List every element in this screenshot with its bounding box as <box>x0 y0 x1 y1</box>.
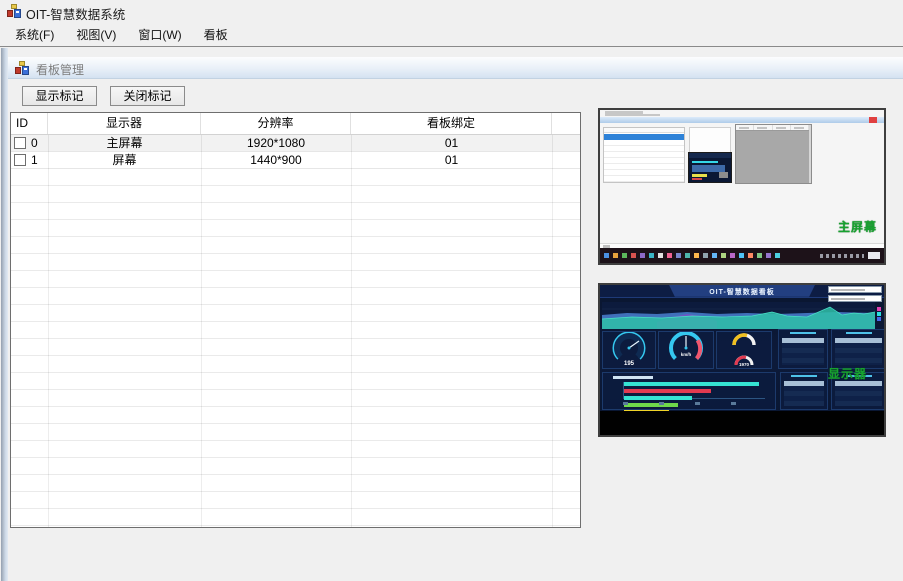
table-body: 0 主屏幕 1920*1080 01 1 屏幕 1440*900 01 <box>11 135 580 527</box>
grid-line <box>351 135 352 527</box>
menu-view[interactable]: 视图(V) <box>65 22 127 47</box>
menu-bar: 系统(F) 视图(V) 窗口(W) 看板 <box>0 22 903 47</box>
legend-dot <box>877 312 881 316</box>
dashboard-screenshot: OIT-智慧数据看板 <box>600 285 884 435</box>
dashboard-area-chart <box>602 302 875 329</box>
dashboard-filter-input <box>828 295 882 302</box>
mini-taskbar <box>600 248 884 263</box>
row-id-text: 0 <box>31 135 38 151</box>
cell-display[interactable]: 主屏幕 <box>48 135 201 151</box>
cell-binding[interactable]: 01 <box>351 152 552 168</box>
application-window: OIT-智慧数据系统 系统(F) 视图(V) 窗口(W) 看板 看板管理 显示标… <box>0 0 903 581</box>
mini-gray-window <box>735 124 812 184</box>
secondary-screen-marker: 显示器 <box>828 365 867 382</box>
app-icon <box>6 3 22 19</box>
secondary-screen-preview: OIT-智慧数据看板 <box>598 283 886 437</box>
cell-id[interactable]: 1 <box>11 152 48 168</box>
col-header-display[interactable]: 显示器 <box>48 113 201 134</box>
mini-menu-bar <box>605 114 660 116</box>
child-window-title: 看板管理 <box>36 61 84 78</box>
menu-system[interactable]: 系统(F) <box>4 22 65 47</box>
col-header-filler <box>552 113 580 134</box>
close-mark-button[interactable]: 关闭标记 <box>110 86 185 106</box>
show-mark-button[interactable]: 显示标记 <box>22 86 97 106</box>
mini-bar-chart-bars <box>623 382 765 399</box>
grid-line <box>48 135 49 527</box>
mini-child-caption <box>600 117 884 123</box>
window-titlebar: OIT-智慧数据系统 <box>0 0 903 22</box>
cell-id[interactable]: 0 <box>11 135 48 151</box>
main-screen-marker: 主屏幕 <box>838 218 877 235</box>
mini-tray-icons <box>820 254 864 258</box>
col-header-id[interactable]: ID <box>11 113 48 134</box>
table-header: ID 显示器 分辨率 看板绑定 <box>11 113 580 135</box>
col-header-binding[interactable]: 看板绑定 <box>351 113 552 134</box>
gauge-panel-3: 1970 <box>716 331 772 369</box>
dash-table-3 <box>780 372 828 410</box>
mini-clock <box>868 252 880 259</box>
svg-text:km/h: km/h <box>681 352 692 357</box>
menu-kanban[interactable]: 看板 <box>193 22 239 47</box>
window-title: OIT-智慧数据系统 <box>26 4 125 23</box>
cell-resolution[interactable]: 1440*900 <box>201 152 351 168</box>
dash-table-1 <box>778 329 828 369</box>
table-row[interactable]: 1 屏幕 1440*900 01 <box>11 152 580 169</box>
main-screen-preview: 主屏幕 <box>598 108 886 265</box>
legend-dot <box>877 307 881 311</box>
mdi-left-edge <box>1 48 8 581</box>
child-window-caption: 看板管理 <box>8 57 903 79</box>
row-id-text: 1 <box>31 152 38 168</box>
grid-line <box>552 135 553 527</box>
mini-table <box>603 127 685 183</box>
row-checkbox[interactable] <box>14 137 26 149</box>
grid-line <box>201 135 202 527</box>
display-table: ID 显示器 分辨率 看板绑定 0 主屏幕 1920*1080 01 1 <box>10 112 581 528</box>
mini-close-button <box>869 117 877 123</box>
gauge3-value: 1970 <box>739 362 750 367</box>
legend-dot <box>877 317 881 321</box>
dash-bar-chart <box>602 372 776 410</box>
gauge-panel-2: km/h <box>658 331 714 369</box>
mini-taskbar-icons <box>600 248 780 262</box>
bar-chart-ticks <box>623 402 765 405</box>
gauge1-value: 195 <box>624 361 635 367</box>
mini-desktop: 主屏幕 <box>600 110 884 263</box>
menu-window[interactable]: 窗口(W) <box>127 22 192 47</box>
gauge-panel-1: 195 <box>602 331 656 369</box>
cell-binding[interactable]: 01 <box>351 135 552 151</box>
row-checkbox[interactable] <box>14 154 26 166</box>
cell-display[interactable]: 屏幕 <box>48 152 201 168</box>
dashboard-filter-input <box>828 286 882 293</box>
mini-dashboard-thumb <box>688 152 732 183</box>
table-row[interactable]: 0 主屏幕 1920*1080 01 <box>11 135 580 152</box>
col-header-resolution[interactable]: 分辨率 <box>201 113 351 134</box>
cell-resolution[interactable]: 1920*1080 <box>201 135 351 151</box>
child-window-icon <box>14 60 30 76</box>
letterbox-band <box>600 411 884 435</box>
dash-table-2 <box>831 329 884 369</box>
